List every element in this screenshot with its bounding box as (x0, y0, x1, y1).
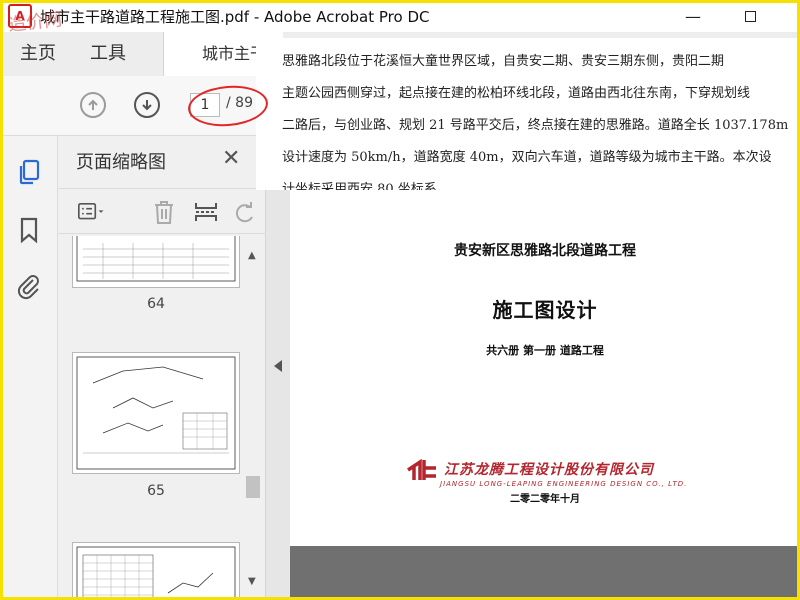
arrow-up-icon (88, 99, 98, 110)
document-page: 贵安新区思雅路北段道路工程 施工图设计 共六册 第一册 道路工程 江苏龙腾工程设… (290, 190, 800, 546)
paperclip-icon[interactable] (15, 272, 43, 300)
thumbnail-page[interactable] (72, 352, 240, 474)
panel-title: 页面缩略图 (76, 152, 166, 173)
maximize-button[interactable] (727, 0, 773, 32)
company-english-name: JIANGSU LONG-LEAPING ENGINEERING DESIGN … (440, 480, 688, 488)
tab-tools[interactable]: 工具 (90, 32, 126, 76)
pages-icon[interactable] (15, 158, 43, 186)
thumbnail-panel: 页面缩略图 ✕ 64 65 ▲ ▼ (58, 136, 266, 600)
rotate-icon[interactable] (230, 199, 258, 225)
scroll-thumb[interactable] (246, 476, 260, 498)
close-icon[interactable]: ✕ (222, 146, 240, 171)
arrow-down-icon (142, 100, 152, 111)
next-page-button[interactable] (134, 92, 160, 118)
company-block: 江苏龙腾工程设计股份有限公司 (406, 456, 654, 482)
text-overlay: 思雅路北段位于花溪恒大童世界区域，自贵安二期、贵安三期东侧，贵阳二期 主题公园西… (256, 38, 800, 190)
panel-collapse-strip[interactable] (266, 190, 290, 600)
page-preview (76, 546, 236, 600)
insert-page-icon[interactable] (192, 199, 220, 225)
thumbnail-page[interactable] (72, 542, 240, 600)
overlay-line: 设计速度为 50km/h，道路宽度 40m，双向六车道，道路等级为城市主干路。本… (282, 150, 772, 165)
document-subtitle: 共六册 第一册 道路工程 (486, 344, 604, 357)
thumbnail-list: 64 65 (58, 236, 246, 600)
company-logo-icon (407, 458, 436, 480)
collapse-arrow-icon[interactable] (274, 360, 282, 372)
document-heading: 施工图设计 (492, 298, 598, 322)
options-icon[interactable] (78, 199, 106, 225)
document-date: 二零二零年十月 (510, 494, 580, 505)
thumbnail-number: 64 (147, 296, 165, 312)
page-preview (76, 236, 236, 282)
overlay-line: 计坐标采用西安 80 坐标系。 (282, 182, 450, 190)
title-bar: A 城市主干路道路工程施工图.pdf - Adobe Acrobat Pro D… (0, 0, 800, 32)
navigation-rail (0, 136, 58, 600)
overlay-line: 主题公园西侧穿过，起点接在建的松柏环线北段，道路由西北往东南，下穿规划线 (282, 86, 751, 101)
overlay-line: 二路后，与创业路、规划 21 号路平交后，终点接在建的思雅路。道路全长 1037… (282, 118, 789, 133)
bookmark-icon[interactable] (15, 216, 43, 244)
scroll-up-icon[interactable]: ▲ (248, 250, 256, 261)
thumbnail-page[interactable] (72, 236, 240, 288)
thumbnail-number: 65 (147, 483, 165, 499)
company-name: 江苏龙腾工程设计股份有限公司 (444, 462, 654, 478)
overlay-line: 思雅路北段位于花溪恒大童世界区域，自贵安二期、贵安三期东侧，贵阳二期 (282, 54, 725, 69)
panel-toolbar (58, 188, 266, 234)
minimize-button[interactable]: — (670, 0, 716, 32)
scroll-down-icon[interactable]: ▼ (248, 576, 256, 587)
trash-icon[interactable] (150, 199, 178, 225)
previous-page-button[interactable] (80, 92, 106, 118)
thumbnail-scrollbar[interactable]: ▲ ▼ (244, 246, 262, 600)
page-preview (76, 356, 236, 470)
tab-home[interactable]: 主页 (20, 32, 56, 76)
window-title: 城市主干路道路工程施工图.pdf - Adobe Acrobat Pro DC (40, 7, 430, 26)
document-title: 贵安新区思雅路北段道路工程 (454, 243, 636, 259)
